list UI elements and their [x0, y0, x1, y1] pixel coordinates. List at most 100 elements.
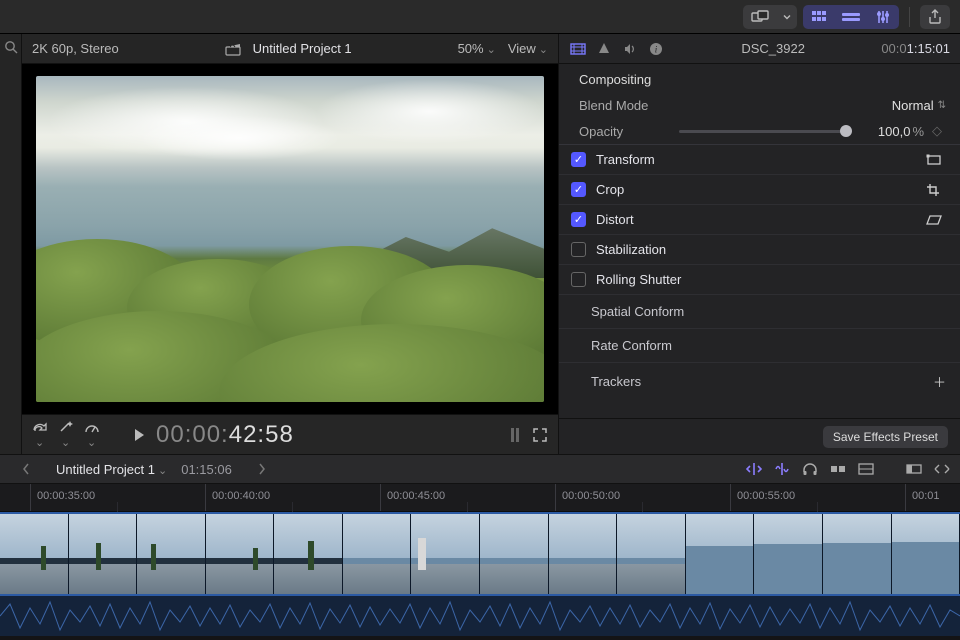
clip-timecode: 00:01:15:01: [881, 41, 950, 56]
search-icon[interactable]: [4, 40, 18, 54]
chevron-down-icon: [783, 13, 791, 21]
headphones-icon: [802, 462, 818, 476]
audio-meter-icon[interactable]: [508, 426, 522, 444]
grid-icon: [811, 10, 827, 24]
layout-overlap-icon: [751, 10, 769, 24]
zoom-select[interactable]: 50%: [458, 41, 496, 56]
clip-appearance-icon[interactable]: [906, 463, 922, 475]
audio-skimming-icon[interactable]: [774, 462, 790, 476]
list-view-button[interactable]: [835, 5, 867, 29]
opacity-value[interactable]: 100,0%: [860, 124, 924, 139]
waveform-icon: [0, 596, 960, 636]
inspector-tab-audio[interactable]: [621, 40, 639, 58]
clip-thumbnail[interactable]: [754, 514, 823, 594]
play-icon[interactable]: [132, 427, 146, 443]
inspector-tab-video[interactable]: [569, 40, 587, 58]
clip-thumbnail[interactable]: [69, 514, 138, 594]
audio-track[interactable]: [0, 596, 960, 636]
nav-next[interactable]: [246, 463, 278, 475]
project-name-select[interactable]: Untitled Project 1: [56, 462, 167, 477]
updown-icon: ⇅: [938, 100, 946, 111]
tool-wand[interactable]: [58, 420, 74, 449]
clip-thumbnail[interactable]: [823, 514, 892, 594]
toggle-crop[interactable]: ✓ Crop: [559, 174, 960, 204]
app-toolbar: [0, 0, 960, 34]
blend-mode-label: Blend Mode: [579, 98, 669, 113]
clip-thumbnail[interactable]: [411, 514, 480, 594]
speaker-icon: [623, 42, 637, 56]
gauge-icon: [84, 420, 100, 434]
clip-thumbnail[interactable]: [549, 514, 618, 594]
clip-thumbnail[interactable]: [892, 514, 960, 594]
info-icon: i: [649, 42, 663, 56]
timeline-index-icon[interactable]: [858, 463, 874, 475]
crop-icon: [926, 183, 946, 197]
toggle-transform[interactable]: ✓ Transform: [559, 144, 960, 174]
toggle-rolling-shutter[interactable]: Rolling Shutter: [559, 264, 960, 294]
time-ruler[interactable]: 00:00:35:00 00:00:40:00 00:00:45:00 00:0…: [0, 484, 960, 512]
viewer-canvas[interactable]: [36, 76, 544, 402]
clip-thumbnail[interactable]: [480, 514, 549, 594]
blend-mode-row: Blend Mode Normal ⇅: [559, 93, 960, 118]
timecode-display[interactable]: 00:00:42:58: [156, 421, 294, 449]
toggle-distort[interactable]: ✓ Distort: [559, 204, 960, 234]
sliders-icon: [875, 10, 891, 24]
clip-thumbnail[interactable]: [206, 514, 275, 594]
filmstrip-icon: [570, 42, 586, 56]
clip-thumbnail[interactable]: [617, 514, 686, 594]
viewer-canvas-wrap: [22, 64, 558, 414]
video-track[interactable]: [0, 512, 960, 596]
colorwheel-icon: [597, 42, 611, 56]
timeline[interactable]: [0, 512, 960, 640]
tool-retime[interactable]: [84, 420, 100, 449]
row-spatial-conform[interactable]: Spatial Conform: [559, 294, 960, 328]
save-effects-preset-button[interactable]: Save Effects Preset: [823, 426, 948, 448]
tool-redo[interactable]: [32, 420, 48, 449]
opacity-slider[interactable]: [679, 130, 852, 133]
checkbox-icon[interactable]: [571, 272, 586, 287]
clip-thumbnail[interactable]: [0, 514, 69, 594]
share-button[interactable]: [920, 5, 950, 29]
library-strip: [0, 34, 22, 454]
inspector-tab-color[interactable]: [595, 40, 613, 58]
fullscreen-icon[interactable]: [532, 427, 548, 443]
row-rate-conform[interactable]: Rate Conform: [559, 328, 960, 362]
checkbox-icon[interactable]: [571, 242, 586, 257]
share-icon: [928, 9, 942, 25]
wand-icon: [58, 420, 74, 434]
solo-icon[interactable]: [802, 462, 818, 476]
project-bar: Untitled Project 1 01:15:06: [0, 454, 960, 484]
inspector-tab-info[interactable]: i: [647, 40, 665, 58]
clapper-icon: [225, 42, 241, 56]
checkbox-icon[interactable]: ✓: [571, 212, 586, 227]
checkbox-icon[interactable]: ✓: [571, 152, 586, 167]
grid-view-button[interactable]: [803, 5, 835, 29]
plus-icon[interactable]: ＋: [933, 372, 946, 391]
project-duration: 01:15:06: [181, 462, 232, 477]
snapping-icon[interactable]: [830, 463, 846, 475]
keyframe-icon[interactable]: ◇: [932, 123, 946, 139]
view-select[interactable]: View: [508, 41, 548, 56]
transport-bar: 00:00:42:58: [22, 414, 558, 454]
opacity-row: Opacity 100,0% ◇: [559, 118, 960, 144]
inspector-panel: i DSC_3922 00:01:15:01 Compositing Blend…: [558, 34, 960, 454]
clip-thumbnail[interactable]: [343, 514, 412, 594]
clip-thumbnail[interactable]: [686, 514, 755, 594]
transform-icon: [926, 154, 946, 166]
blend-mode-select[interactable]: Normal ⇅: [892, 98, 946, 113]
inspector-button[interactable]: [867, 5, 899, 29]
layout-button[interactable]: [743, 5, 777, 29]
checkbox-icon[interactable]: ✓: [571, 182, 586, 197]
zoom-fit-icon[interactable]: [934, 463, 950, 475]
opacity-label: Opacity: [579, 124, 669, 139]
arrow-redo-icon: [32, 420, 48, 434]
layout-dropdown[interactable]: [777, 5, 797, 29]
nav-prev[interactable]: [10, 463, 42, 475]
toolbar-divider: [909, 7, 910, 27]
skimming-icon[interactable]: [746, 462, 762, 476]
row-trackers[interactable]: Trackers ＋: [559, 362, 960, 400]
clip-name: DSC_3922: [673, 41, 873, 56]
clip-thumbnail[interactable]: [137, 514, 206, 594]
toggle-stabilization[interactable]: Stabilization: [559, 234, 960, 264]
clip-thumbnail[interactable]: [274, 514, 343, 594]
